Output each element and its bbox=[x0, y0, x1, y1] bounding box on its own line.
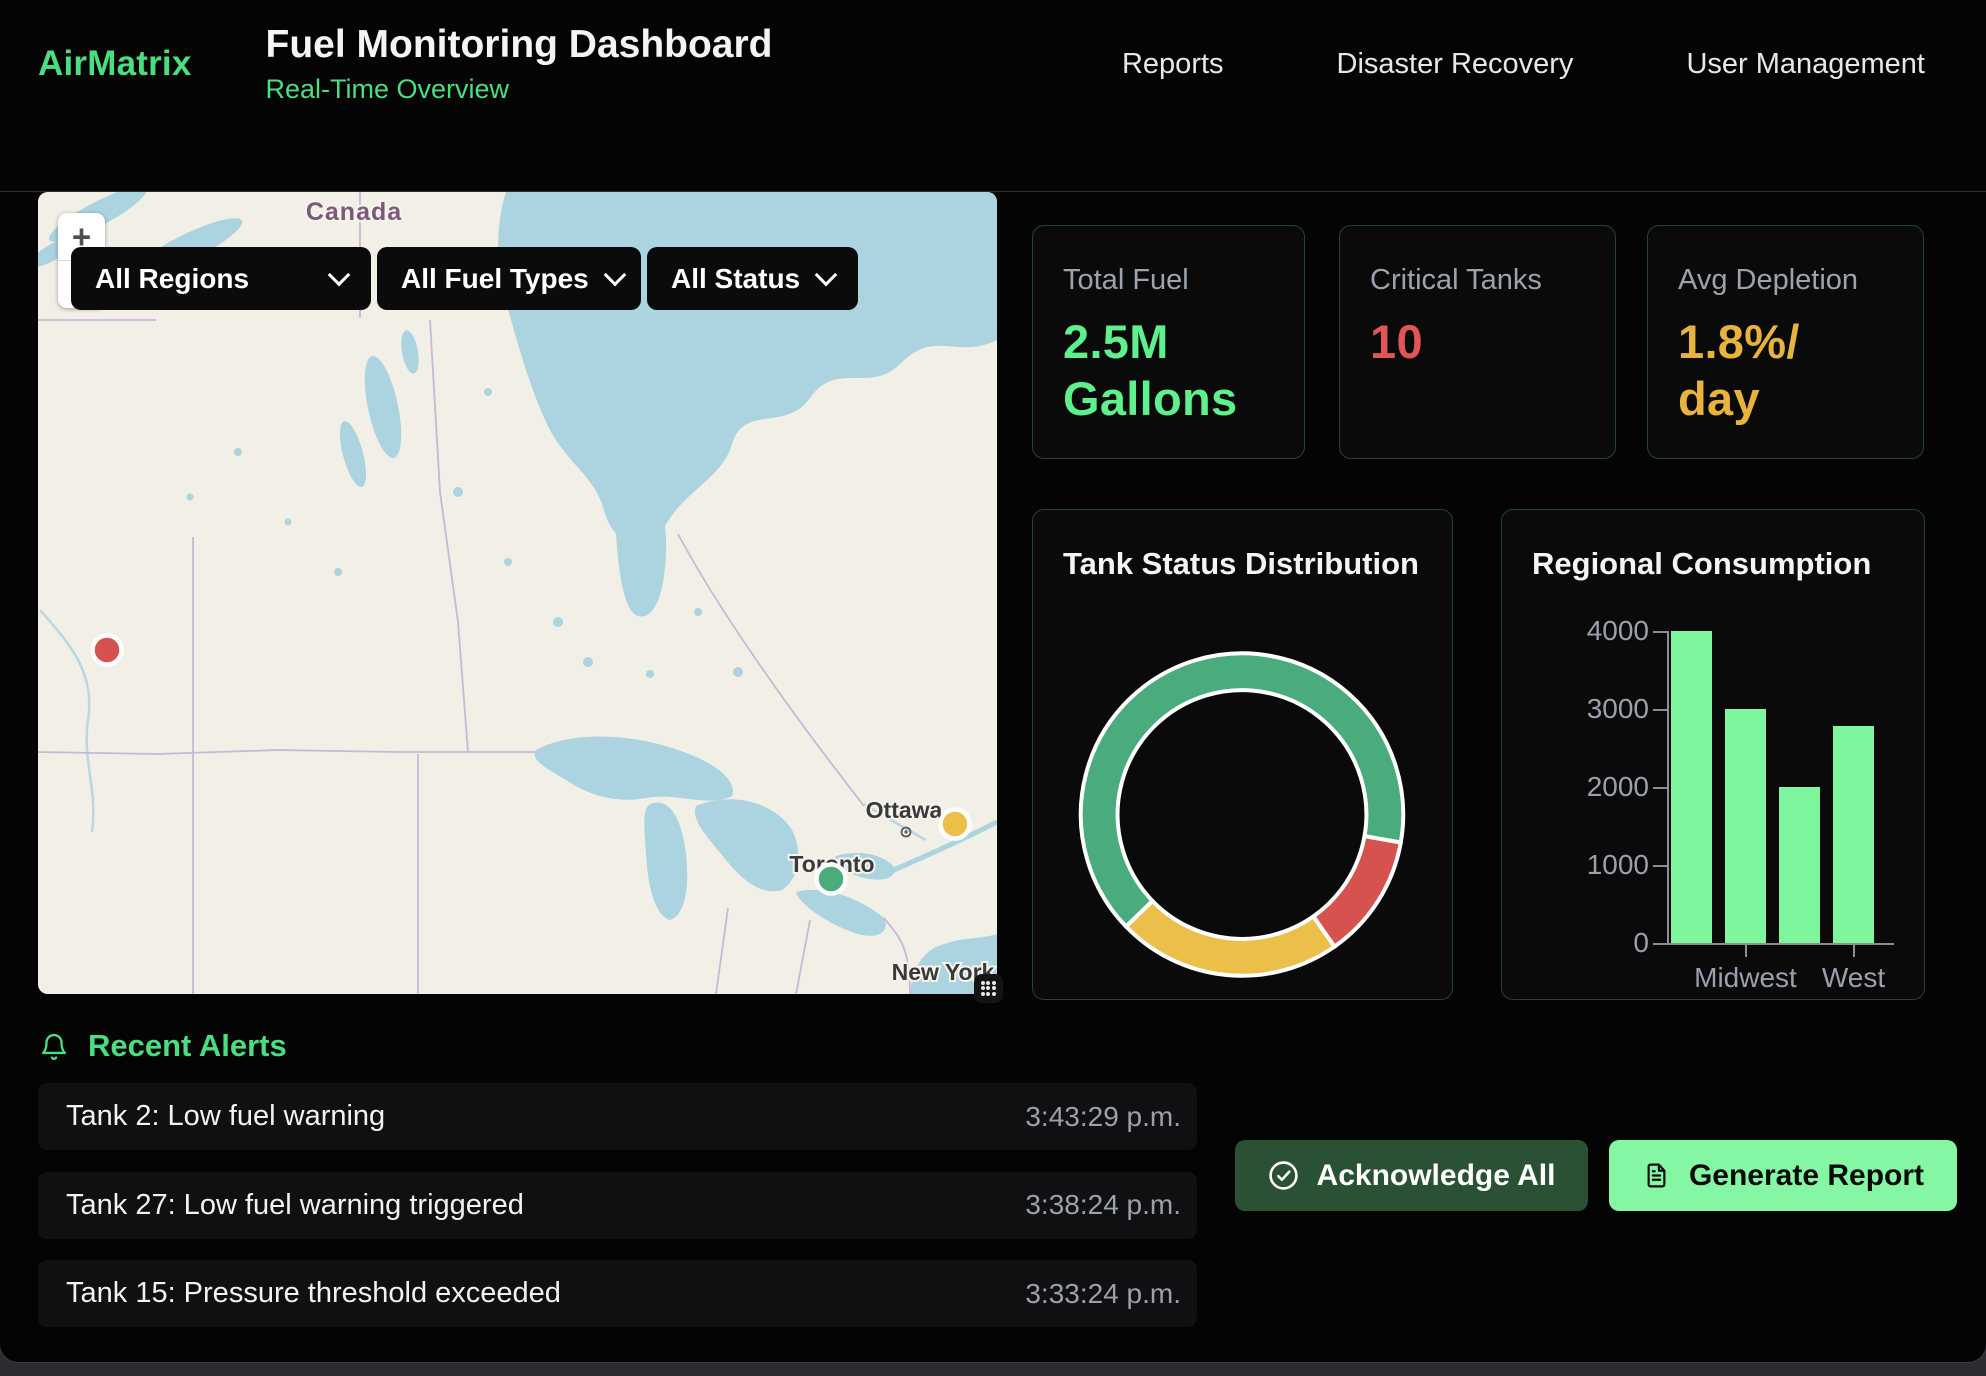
filter-dropdown-value: All Fuel Types bbox=[401, 263, 589, 295]
generate-report-button[interactable]: Generate Report bbox=[1609, 1140, 1957, 1211]
nav-item-disaster-recovery[interactable]: Disaster Recovery bbox=[1337, 48, 1574, 81]
donut-segment-yellow[interactable] bbox=[1126, 901, 1334, 976]
stat-card-avg-depletion: Avg Depletion 1.8%/ day bbox=[1647, 225, 1924, 459]
regional-consumption-title: Regional Consumption bbox=[1532, 546, 1871, 582]
stat-card-total-fuel: Total Fuel 2.5M Gallons bbox=[1032, 225, 1305, 459]
y-tick-mark bbox=[1653, 943, 1667, 945]
report-document-icon bbox=[1642, 1160, 1671, 1191]
alert-message: Tank 27: Low fuel warning triggered bbox=[66, 1189, 524, 1222]
y-tick-mark bbox=[1653, 865, 1667, 867]
acknowledge-all-button[interactable]: Acknowledge All bbox=[1235, 1140, 1588, 1211]
consumption-bar-region-3[interactable] bbox=[1779, 787, 1820, 943]
x-axis-line bbox=[1659, 943, 1894, 945]
alert-message: Tank 15: Pressure threshold exceeded bbox=[66, 1277, 561, 1310]
top-bar: AirMatrix Fuel Monitoring Dashboard Real… bbox=[0, 0, 1986, 128]
tank-marker-critical[interactable] bbox=[93, 636, 122, 665]
acknowledge-all-label: Acknowledge All bbox=[1317, 1159, 1556, 1193]
x-tick-mark bbox=[1853, 945, 1855, 957]
stat-label: Critical Tanks bbox=[1370, 264, 1585, 297]
alert-message: Tank 2: Low fuel warning bbox=[66, 1100, 385, 1133]
bell-icon bbox=[40, 1031, 68, 1061]
stat-card-critical-tanks: Critical Tanks 10 bbox=[1339, 225, 1616, 459]
alert-timestamp: 3:38:24 p.m. bbox=[1025, 1189, 1181, 1221]
fuel-map[interactable]: Canada OttawaTorontoNew York + − All Reg… bbox=[38, 192, 997, 994]
chevron-down-icon bbox=[603, 264, 626, 287]
alert-timestamp: 3:33:24 p.m. bbox=[1025, 1278, 1181, 1310]
y-tick-label: 0 bbox=[1539, 927, 1649, 959]
title-block: Fuel Monitoring Dashboard Real-Time Over… bbox=[266, 23, 773, 105]
tank-marker-warning[interactable] bbox=[941, 810, 970, 839]
page-subtitle: Real-Time Overview bbox=[266, 74, 773, 105]
generate-report-label: Generate Report bbox=[1689, 1159, 1924, 1193]
chevron-down-icon bbox=[328, 264, 351, 287]
filter-dropdown-value: All Status bbox=[671, 263, 800, 295]
x-tick-mark bbox=[1745, 945, 1747, 957]
alerts-header: Recent Alerts bbox=[40, 1028, 287, 1064]
stat-label: Total Fuel bbox=[1063, 264, 1274, 297]
consumption-bar-Midwest[interactable] bbox=[1725, 709, 1766, 943]
y-tick-label: 1000 bbox=[1539, 849, 1649, 881]
stat-value: 10 bbox=[1370, 313, 1585, 370]
stat-value: 2.5M Gallons bbox=[1063, 313, 1274, 428]
tank-status-donut-chart[interactable] bbox=[1033, 510, 1452, 999]
chevron-down-icon bbox=[815, 264, 838, 287]
alert-row[interactable]: Tank 2: Low fuel warning 3:43:29 p.m. bbox=[38, 1083, 1197, 1150]
y-tick-label: 4000 bbox=[1539, 615, 1649, 647]
nav-item-user-management[interactable]: User Management bbox=[1686, 48, 1925, 81]
map-canvas[interactable]: Canada OttawaTorontoNew York bbox=[38, 192, 997, 994]
consumption-bar-region-1[interactable] bbox=[1671, 631, 1712, 943]
stat-value: 1.8%/ day bbox=[1678, 313, 1893, 428]
y-tick-mark bbox=[1653, 709, 1667, 711]
check-circle-icon bbox=[1268, 1160, 1299, 1191]
x-tick-label: West bbox=[1769, 962, 1939, 994]
filter-dropdown-all-fuel-types[interactable]: All Fuel Types bbox=[377, 247, 641, 310]
y-tick-label: 3000 bbox=[1539, 693, 1649, 725]
alert-row[interactable]: Tank 15: Pressure threshold exceeded 3:33… bbox=[38, 1260, 1197, 1327]
alert-timestamp: 3:43:29 p.m. bbox=[1025, 1101, 1181, 1133]
y-axis-line bbox=[1667, 631, 1669, 945]
tank-marker-normal[interactable] bbox=[817, 865, 846, 894]
tank-status-card: Tank Status Distribution bbox=[1032, 509, 1453, 1000]
y-tick-label: 2000 bbox=[1539, 771, 1649, 803]
donut-segment-red[interactable] bbox=[1313, 836, 1400, 946]
dashboard-app: AirMatrix Fuel Monitoring Dashboard Real… bbox=[0, 0, 1986, 1362]
consumption-bar-West[interactable] bbox=[1833, 726, 1874, 943]
filter-dropdown-value: All Regions bbox=[95, 263, 249, 295]
brand-logo: AirMatrix bbox=[38, 44, 192, 84]
map-label-ottawa: Ottawa bbox=[866, 797, 943, 823]
main-nav: Reports Disaster Recovery User Management bbox=[1122, 48, 1925, 81]
stat-label: Avg Depletion bbox=[1678, 264, 1893, 297]
filter-dropdown-all-status[interactable]: All Status bbox=[647, 247, 858, 310]
page-title: Fuel Monitoring Dashboard bbox=[266, 23, 773, 67]
filter-dropdown-all-regions[interactable]: All Regions bbox=[71, 247, 371, 310]
alert-row[interactable]: Tank 27: Low fuel warning triggered 3:38:… bbox=[38, 1172, 1197, 1239]
y-tick-mark bbox=[1653, 787, 1667, 789]
nav-item-reports[interactable]: Reports bbox=[1122, 48, 1224, 81]
regional-consumption-card: Regional Consumption 01000200030004000Mi… bbox=[1501, 509, 1925, 1000]
map-label-country: Canada bbox=[306, 198, 402, 226]
alerts-title: Recent Alerts bbox=[88, 1028, 287, 1064]
y-tick-mark bbox=[1653, 631, 1667, 633]
resize-grip[interactable] bbox=[974, 974, 1003, 1003]
